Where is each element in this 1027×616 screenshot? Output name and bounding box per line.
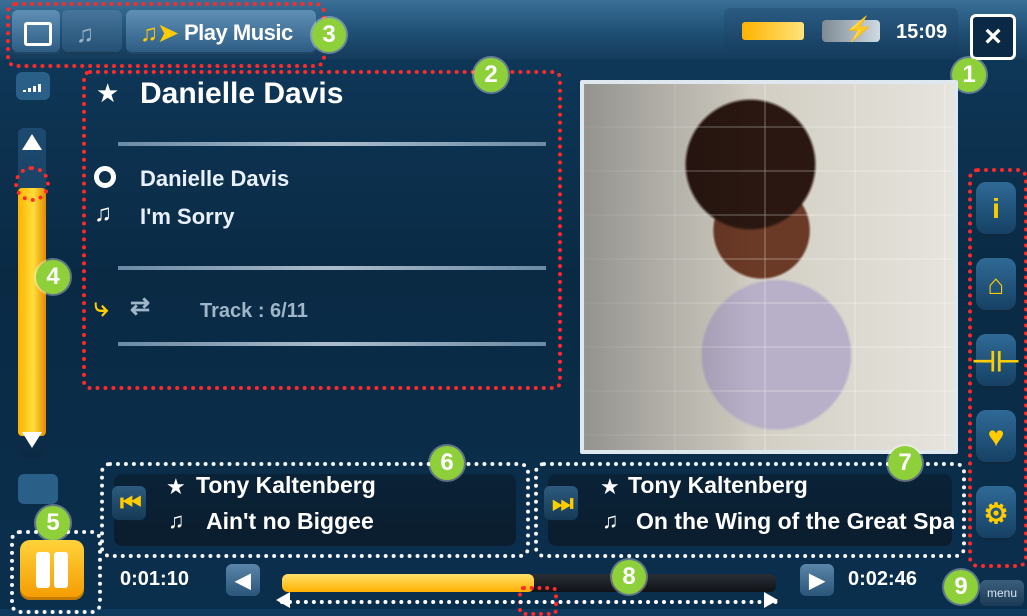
volume-up-arrow-icon	[22, 134, 42, 150]
prev-track-song: Ain't no Biggee	[206, 508, 374, 534]
seek-bar-fill	[282, 574, 534, 592]
divider-line	[118, 342, 546, 346]
elapsed-time: 0:01:10	[120, 568, 189, 590]
callout-badge-8: 8	[612, 560, 646, 594]
album-art	[580, 80, 958, 454]
range-left-arrow-icon	[276, 592, 290, 608]
window-switch-icon	[24, 22, 52, 46]
track-number: Track : 6/11	[200, 300, 308, 322]
song-title: I'm Sorry	[140, 204, 235, 229]
repeat-icon[interactable]: ⤷	[94, 292, 109, 324]
next-star-icon: ★	[600, 474, 620, 499]
prev-icon: ⏮	[120, 490, 142, 517]
seek-forward-button[interactable]: ▶	[800, 564, 834, 596]
close-button[interactable]: ×	[970, 14, 1016, 60]
info-button[interactable]: i	[976, 182, 1016, 236]
next-song-icon: ♫	[602, 508, 619, 533]
callout-badge-5: 5	[36, 506, 70, 540]
seek-range-indicator	[280, 600, 778, 604]
callout-badge-7: 7	[888, 446, 922, 480]
shuffle-icon[interactable]: ⇄	[130, 292, 150, 321]
chevron-left-icon: ◀	[235, 569, 251, 592]
volume-handle[interactable]	[14, 166, 50, 202]
home-button[interactable]: ⌂	[976, 258, 1016, 312]
album-name: Danielle Davis	[140, 166, 290, 191]
menu-label: menu	[986, 586, 1018, 600]
tab-play-music[interactable]: ♫➤ Play Music	[126, 10, 316, 54]
tab-label: Play Music	[184, 20, 293, 45]
next-track-button[interactable]: ⏭	[544, 486, 578, 520]
clock-time: 15:09	[896, 21, 948, 43]
next-icon: ⏭	[552, 490, 574, 517]
seek-back-button[interactable]: ◀	[226, 564, 260, 596]
range-right-arrow-icon	[764, 592, 778, 608]
ab-repeat-icon: ⊣⊢	[971, 345, 1021, 377]
prev-song-icon: ♫	[168, 508, 185, 533]
prev-track-button[interactable]: ⏮	[112, 486, 146, 520]
close-icon: ×	[984, 20, 1002, 53]
menu-button[interactable]: menu	[980, 580, 1024, 606]
total-time: 0:02:46	[848, 568, 917, 590]
song-icon: ♫	[94, 200, 112, 227]
now-playing-artist: Danielle Davis	[140, 77, 344, 110]
pause-button[interactable]	[20, 540, 84, 600]
callout-badge-4: 4	[36, 260, 70, 294]
photo-shadow	[584, 84, 751, 450]
favorite-button[interactable]: ♥	[976, 410, 1016, 464]
callout-badge-9: 9	[944, 570, 978, 604]
volume-low-icon[interactable]	[18, 474, 58, 504]
divider-line	[118, 266, 546, 270]
chevron-right-icon: ▶	[809, 569, 825, 592]
volume-slider-fill	[18, 188, 46, 436]
info-icon: i	[992, 193, 1000, 224]
volume-icon[interactable]	[16, 72, 50, 100]
tab-music[interactable]: ♫	[62, 10, 122, 54]
divider-line	[118, 142, 546, 146]
callout-badge-2: 2	[474, 58, 508, 92]
album-icon	[94, 166, 116, 188]
play-music-icon: ♫➤	[140, 20, 179, 47]
prev-track-artist: Tony Kaltenberg	[196, 472, 376, 498]
heart-icon: ♥	[987, 421, 1005, 452]
callout-badge-3: 3	[312, 18, 346, 52]
favorite-star-icon: ★	[96, 78, 120, 108]
volume-down-arrow-icon	[22, 432, 42, 448]
ab-repeat-button[interactable]: ⊣⊢	[972, 334, 1020, 388]
next-track-song: On the Wing of the Great Spa	[636, 508, 954, 534]
home-icon: ⌂	[987, 269, 1005, 300]
callout-badge-6: 6	[430, 446, 464, 480]
next-track-artist: Tony Kaltenberg	[628, 472, 808, 498]
music-notes-icon: ♫	[76, 21, 94, 48]
prev-star-icon: ★	[166, 474, 186, 499]
settings-button[interactable]: ⚙	[976, 486, 1016, 540]
battery-icon	[742, 22, 804, 40]
tab-windows[interactable]	[12, 10, 60, 54]
wrench-icon: ⚙	[983, 497, 1009, 529]
bolt-icon: ⚡	[844, 16, 874, 43]
